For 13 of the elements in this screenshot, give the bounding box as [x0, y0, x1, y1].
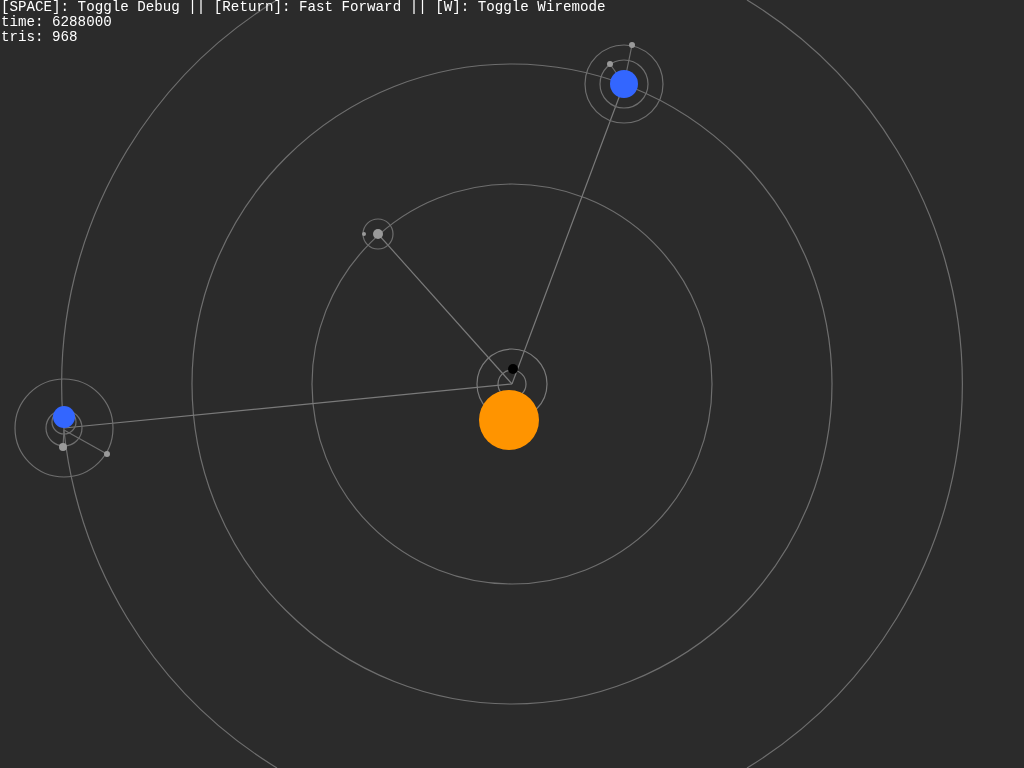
planet [53, 406, 75, 428]
moon [59, 443, 67, 451]
moon [362, 232, 366, 236]
moon [629, 42, 635, 48]
moon [104, 451, 110, 457]
moon [607, 61, 613, 67]
controls-hint: [SPACE]: Toggle Debug || [Return]: Fast Forward || [W]: Toggle Wiremode [1, 0, 606, 15]
tris-readout: tris: 968 [1, 30, 78, 45]
time-readout: time: 6288000 [1, 15, 112, 30]
center-marker [508, 364, 518, 374]
small-planet [373, 229, 383, 239]
sun [479, 390, 539, 450]
planet [610, 70, 638, 98]
